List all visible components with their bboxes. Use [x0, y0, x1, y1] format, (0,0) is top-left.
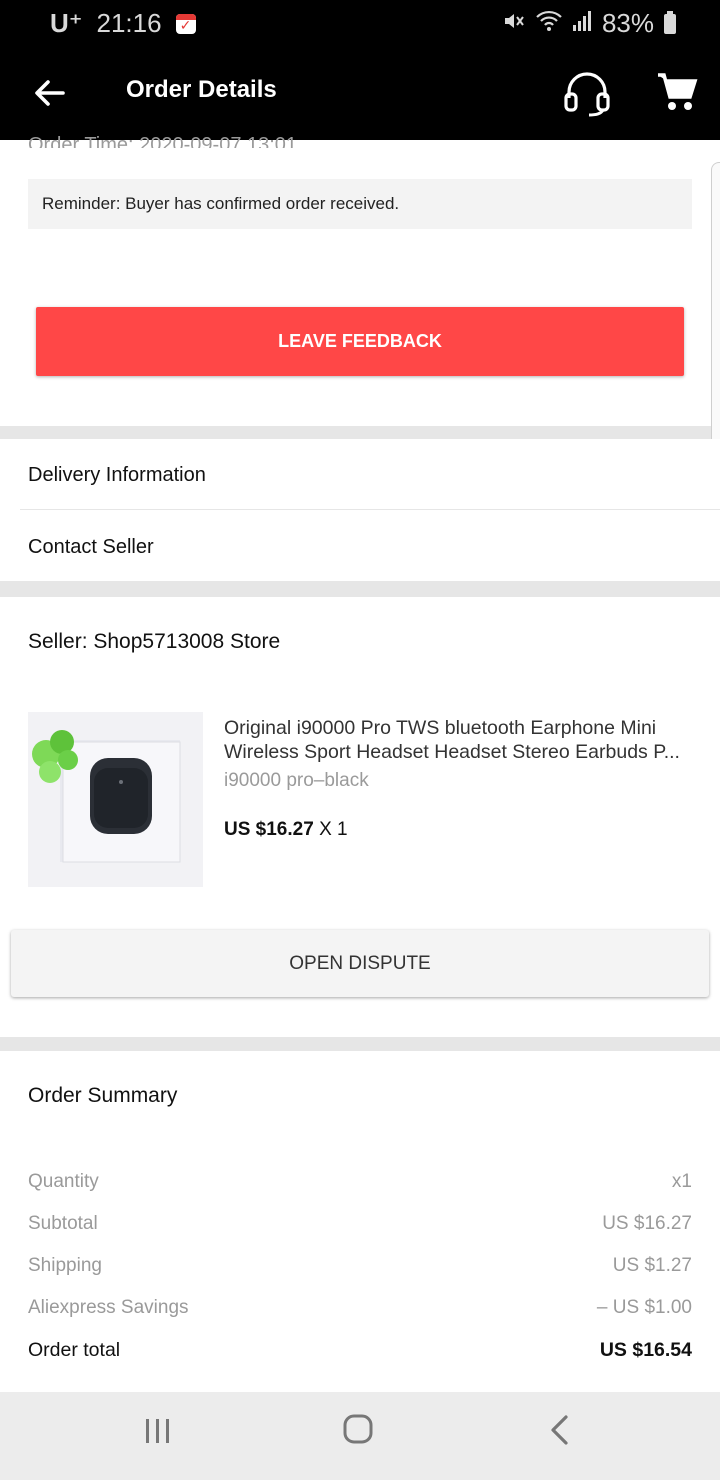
product-image[interactable]: [28, 712, 203, 887]
status-bar: U⁺ 21:16 83%: [0, 0, 720, 46]
page-title: Order Details: [126, 76, 277, 103]
home-icon[interactable]: [343, 1414, 373, 1444]
delivery-information-link[interactable]: Delivery Information: [28, 464, 206, 487]
order-total-label: Order total: [28, 1339, 121, 1361]
product-title[interactable]: Original i90000 Pro TWS bluetooth Earpho…: [224, 716, 694, 764]
product-variant: i90000 pro–black: [224, 770, 369, 791]
signal-icon: [572, 10, 592, 38]
app-bar: Order Details: [0, 46, 720, 140]
summary-value: – US $1.00: [596, 1297, 692, 1318]
clock: 21:16: [96, 8, 162, 38]
status-left: U⁺ 21:16: [50, 8, 196, 39]
product-title-line: Wireless Sport Headset Headset Stereo Ea…: [224, 741, 680, 763]
summary-value: US $16.27: [602, 1213, 692, 1234]
headset-icon[interactable]: [562, 70, 612, 118]
order-total-value: US $16.54: [599, 1339, 692, 1361]
wifi-icon: [536, 10, 562, 38]
battery-icon: [664, 10, 676, 34]
open-dispute-button[interactable]: OPEN DISPUTE: [11, 930, 709, 997]
battery-percent: 83%: [601, 8, 654, 38]
summary-label: Quantity: [28, 1171, 99, 1192]
links-card: Delivery Information Contact Seller: [0, 439, 720, 581]
order-time-partial: Order Time: 2020-09-07 13:01: [28, 134, 298, 148]
nav-back-icon[interactable]: [548, 1414, 572, 1446]
back-arrow-icon[interactable]: [30, 74, 68, 112]
summary-value: x1: [671, 1171, 692, 1192]
seller-name[interactable]: Seller: Shop5713008 Store: [28, 630, 280, 654]
carrier-label: U⁺: [50, 8, 83, 38]
divider: [20, 509, 720, 510]
summary-label: Subtotal: [28, 1213, 98, 1234]
product-price: US $16.27: [224, 819, 314, 840]
reminder-banner: Reminder: Buyer has confirmed order rece…: [28, 179, 692, 229]
contact-seller-link[interactable]: Contact Seller: [28, 536, 154, 559]
status-right: 83%: [502, 8, 676, 39]
order-status-card: Order Time: 2020-09-07 13:01 Reminder: B…: [0, 134, 720, 426]
recent-apps-icon[interactable]: [144, 1418, 172, 1444]
calendar-icon: [175, 13, 196, 34]
leave-feedback-button[interactable]: LEAVE FEEDBACK: [36, 307, 684, 376]
summary-value: US $1.27: [612, 1255, 692, 1276]
summary-label: Aliexpress Savings: [28, 1297, 189, 1318]
cart-icon[interactable]: [656, 72, 698, 112]
product-title-line: Original i90000 Pro TWS bluetooth Earpho…: [224, 717, 657, 739]
product-quantity: X 1: [319, 819, 348, 840]
mute-icon: [502, 10, 526, 38]
system-nav-bar: [0, 1392, 720, 1480]
product-price-line: US $16.27 X 1: [224, 819, 348, 841]
order-summary-title: Order Summary: [28, 1084, 178, 1107]
scroll-indicator[interactable]: [711, 162, 720, 450]
summary-label: Shipping: [28, 1255, 102, 1276]
